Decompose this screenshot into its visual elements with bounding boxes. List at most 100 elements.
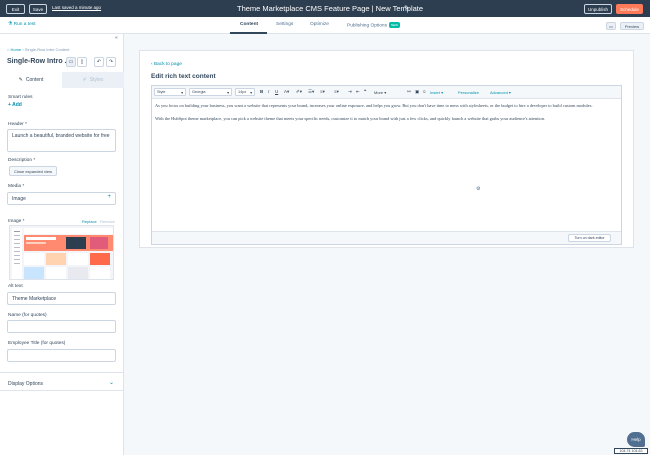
employee-title-field[interactable] [7, 349, 116, 362]
advanced-menu[interactable]: Advanced ▾ [490, 90, 511, 95]
tab-bar: ⚗ Run a test Content Settings Optimize P… [0, 17, 650, 34]
module-title: Single-Row Intro ... [7, 58, 71, 65]
emoji-icon[interactable]: ☺ [422, 89, 427, 94]
insert-label: Insert [430, 89, 441, 95]
employee-title-label: Employee Title (for quotes) [8, 341, 66, 346]
numbered-list-icon[interactable]: ≡▾ [320, 89, 325, 95]
underline-icon[interactable]: U [275, 89, 278, 94]
tab-publishing-options[interactable]: Publishing Options NEW [347, 22, 400, 28]
media-select[interactable]: Image + [7, 192, 116, 205]
styles-tab-label: Styles [89, 77, 104, 83]
paragraph[interactable]: With the HubSpot theme marketplace, you … [155, 116, 615, 123]
style-select[interactable]: Style ▾ [154, 88, 186, 96]
last-saved-link[interactable]: Last saved a minute ago [52, 5, 101, 10]
editor-content[interactable]: As you focus on building your business, … [155, 103, 615, 128]
paragraph[interactable]: As you focus on building your business, … [155, 103, 615, 110]
link-icon[interactable]: ⚯ [407, 89, 411, 95]
smart-rules-label: Smart rules [8, 95, 33, 100]
tab-sidebar-content[interactable]: ✎ Content [0, 72, 62, 88]
publishing-options-label: Publishing Options [347, 23, 387, 29]
outdent-icon[interactable]: ⇤ [356, 89, 360, 95]
run-test-link[interactable]: ⚗ Run a test [8, 22, 36, 27]
more-menu[interactable]: More ▾ [374, 90, 386, 95]
theme-marketplace-image [10, 226, 113, 279]
desktop-icon[interactable]: ▭ [66, 57, 76, 67]
dark-editor-button[interactable]: Turn on dark editor [568, 234, 611, 242]
advanced-label: Advanced [490, 89, 508, 95]
caret-icon: ▾ [227, 90, 229, 95]
pencil-icon: ✎ [18, 76, 23, 83]
back-label: Back to page [153, 62, 182, 67]
add-label: Add [12, 102, 22, 108]
breadcrumb: ⌂ Home › Single-Row Intro Content [7, 47, 70, 52]
top-bar: Exit Save Last saved a minute ago Theme … [0, 0, 650, 17]
chevron-down-icon[interactable]: ⌄ [109, 379, 114, 386]
alt-text-label: Alt text [8, 284, 23, 289]
back-to-page-link[interactable]: ‹ Back to page [151, 62, 182, 67]
style-select-value: Style [157, 90, 166, 94]
pencil-icon[interactable]: ✎ [404, 4, 409, 12]
active-tab-indicator [230, 32, 267, 34]
tab-settings[interactable]: Settings [276, 22, 293, 27]
editor-footer: Turn on dark editor [152, 231, 621, 244]
page-title: Theme Marketplace CMS Feature Page | New… [237, 4, 424, 13]
collapse-sidebar-icon[interactable]: « [115, 35, 118, 41]
close-expanded-view-button[interactable]: Close expanded view [9, 166, 57, 176]
mobile-icon[interactable]: ▯ [77, 57, 87, 67]
home-icon: ⌂ [7, 47, 10, 52]
brush-icon: ✐ [82, 77, 87, 83]
text-color-icon[interactable]: A▾ [284, 89, 289, 95]
divider [0, 372, 124, 373]
personalize-button[interactable]: Personalize [458, 90, 479, 95]
preview-button[interactable]: Preview [620, 22, 644, 30]
tab-content[interactable]: Content [240, 22, 258, 27]
italic-icon[interactable]: I [268, 89, 269, 94]
remove-link[interactable]: Remove [100, 219, 115, 224]
more-label: More [374, 89, 384, 95]
breadcrumb-home[interactable]: Home [11, 47, 22, 52]
align-icon[interactable]: ≡▾ [334, 89, 339, 95]
list-icon[interactable]: ☰▾ [308, 89, 314, 95]
tab-sidebar-styles[interactable]: ✐ Styles [62, 72, 124, 88]
media-label: Media * [8, 184, 25, 189]
replace-link[interactable]: Replace [82, 219, 97, 224]
help-button[interactable]: Help [627, 432, 645, 447]
image-thumbnail[interactable] [9, 225, 114, 280]
add-smart-rule-link[interactable]: + Add [8, 102, 22, 108]
sidebar: « ⌂ Home › Single-Row Intro Content Sing… [0, 34, 124, 455]
image-label: Image * [8, 219, 25, 224]
exit-button[interactable]: Exit [6, 4, 25, 14]
font-select-value: Georgia [192, 90, 206, 94]
schedule-button[interactable]: Schedule [616, 4, 643, 14]
description-label: Description * [8, 158, 36, 163]
editor-title: Edit rich text content [151, 73, 216, 80]
gear-icon[interactable]: ⚙ [476, 186, 480, 192]
breadcrumb-current: Single-Row Intro Content [24, 47, 70, 52]
size-select-value: 14px [238, 90, 247, 94]
highlight-icon[interactable]: ✐▾ [296, 89, 302, 95]
font-select[interactable]: Georgia ▾ [189, 88, 232, 96]
rich-text-editor-panel: ‹ Back to page Edit rich text content St… [139, 50, 634, 248]
bold-icon[interactable]: B [260, 89, 263, 94]
insert-menu[interactable]: Insert ▾ [430, 90, 443, 95]
undo-icon[interactable]: ↶ [94, 57, 104, 67]
image-icon[interactable]: ▣ [415, 89, 419, 95]
indent-icon[interactable]: ⇥ [348, 89, 352, 95]
tab-optimize[interactable]: Optimize [310, 22, 329, 27]
header-field[interactable]: Launch a beautiful, branded website for … [7, 129, 116, 152]
flask-icon: ⚗ [8, 22, 13, 27]
display-options-toggle[interactable]: Display Options [8, 381, 43, 387]
redo-icon[interactable]: ↷ [106, 57, 116, 67]
resolution-readout: 104.74 104.63 [614, 448, 648, 454]
run-test-label: Run a test [13, 22, 36, 27]
size-select[interactable]: 14px ▾ [235, 88, 255, 96]
name-quotes-label: Name (for quotes) [8, 313, 47, 318]
divider [0, 390, 124, 391]
name-quotes-field[interactable] [7, 320, 116, 333]
device-preview-icon[interactable]: ▭ [606, 22, 616, 30]
unpublish-button[interactable]: Unpublish [584, 4, 612, 14]
save-button[interactable]: Save [29, 4, 47, 14]
quote-icon[interactable]: ❝ [364, 89, 366, 95]
alt-text-field[interactable]: Theme Marketplace [7, 292, 116, 305]
plus-icon: + [107, 194, 111, 200]
